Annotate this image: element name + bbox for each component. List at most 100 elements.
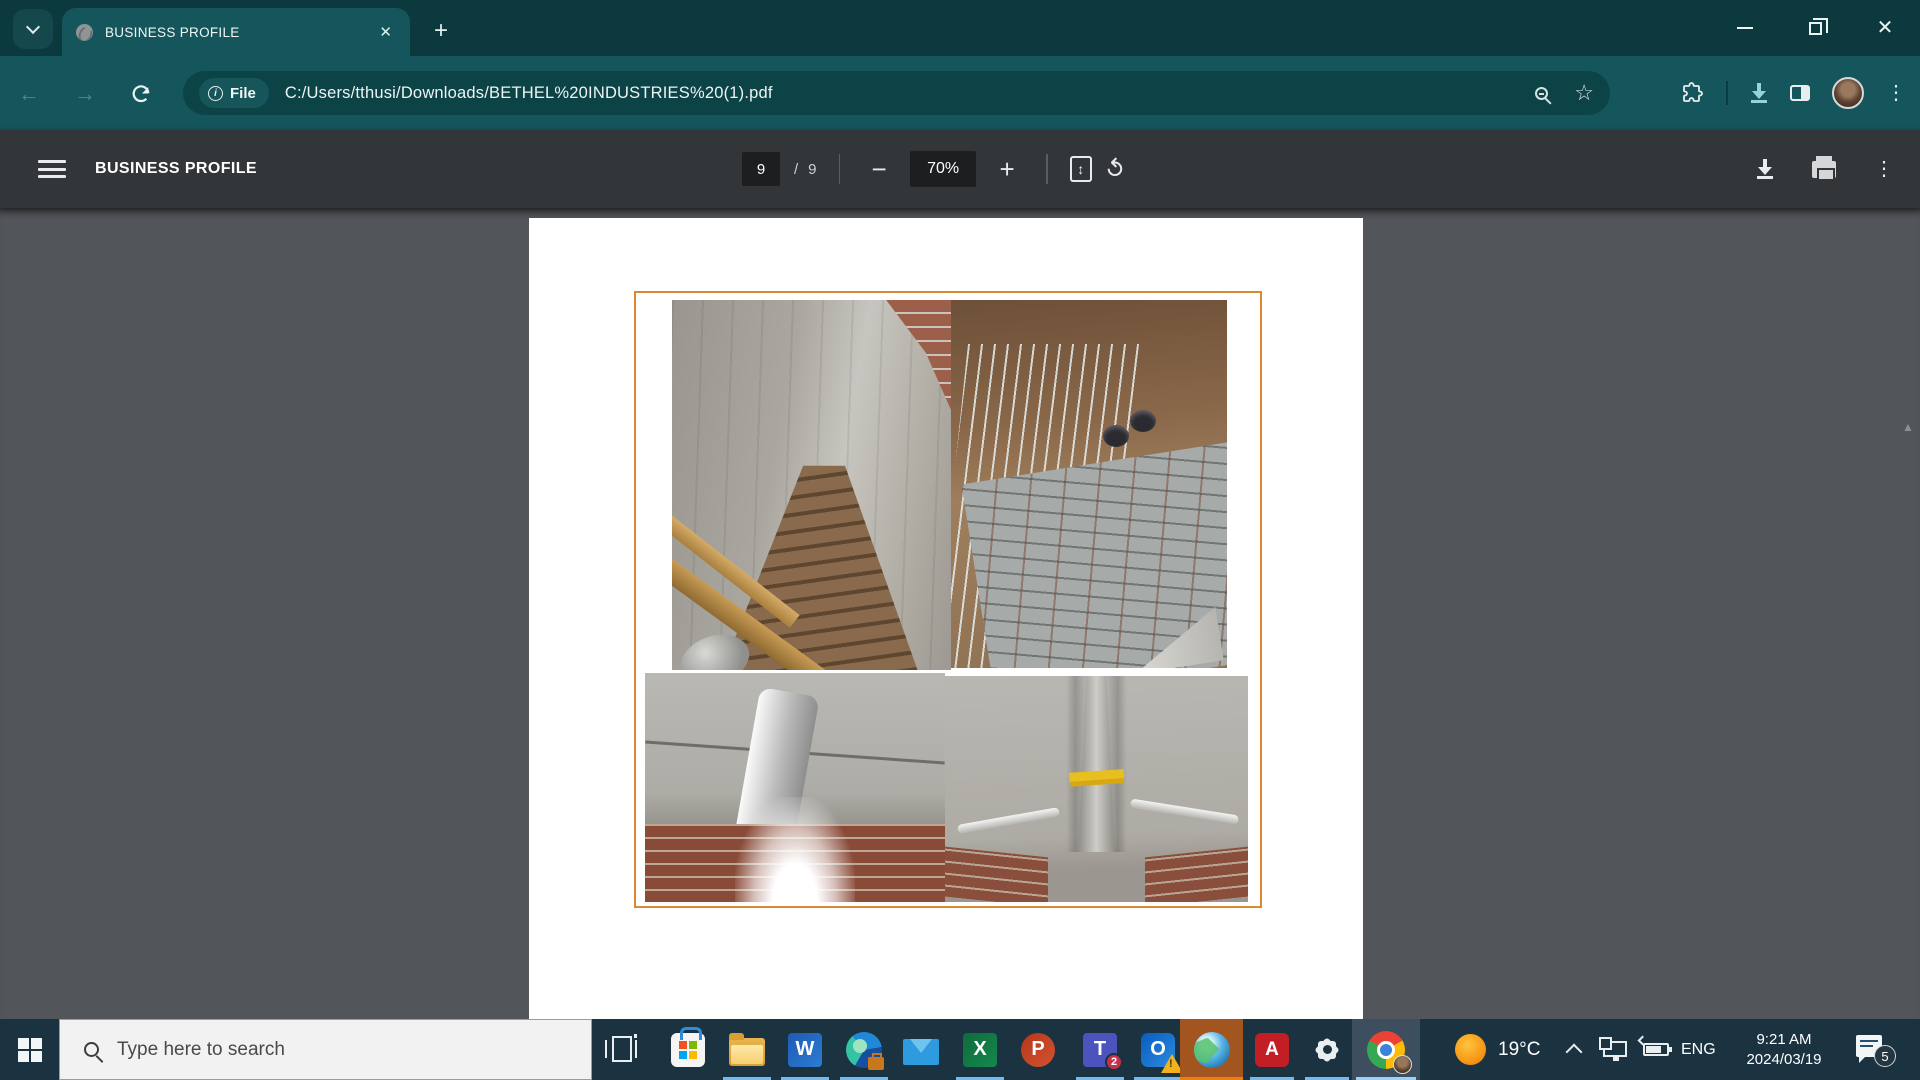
browser-tab[interactable]: BUSINESS PROFILE ✕ <box>62 8 410 56</box>
tab-close-icon[interactable]: ✕ <box>375 23 396 42</box>
pdf-page <box>529 218 1363 1019</box>
photo-ceiling-beam <box>945 676 1248 902</box>
download-icon-base <box>1751 100 1767 103</box>
file-chip[interactable]: i File <box>199 78 269 108</box>
excel-icon: X <box>963 1033 997 1067</box>
zoom-out-button[interactable]: − <box>862 154 896 185</box>
tray-overflow-chevron-icon[interactable] <box>1566 1044 1583 1061</box>
side-panel-button[interactable] <box>1790 85 1810 101</box>
taskbar-app-file-explorer[interactable] <box>718 1019 776 1080</box>
photo-collage-frame <box>634 291 1262 908</box>
taskbar-app-chrome-active[interactable] <box>1352 1019 1420 1080</box>
zoom-in-button[interactable]: + <box>990 154 1024 185</box>
acrobat-icon: A <box>1255 1033 1289 1067</box>
language-indicator[interactable]: ENG <box>1681 1019 1716 1080</box>
pdf-menu-button[interactable] <box>38 158 66 180</box>
word-icon: W <box>788 1033 822 1067</box>
taskbar-app-edge[interactable] <box>835 1019 893 1080</box>
taskbar-search[interactable] <box>59 1019 592 1080</box>
fit-to-page-button[interactable]: ↕ <box>1070 156 1092 182</box>
downloads-button[interactable] <box>1750 83 1768 103</box>
back-button[interactable]: ← <box>11 76 47 112</box>
scrollbar[interactable]: ▲ ▼ <box>1896 416 1920 1080</box>
pdf-more-button[interactable]: ⋮ <box>1874 159 1894 179</box>
taskbar-app-acrobat[interactable]: A <box>1243 1019 1301 1080</box>
pdf-print-button[interactable] <box>1812 161 1836 178</box>
taskbar-app-store[interactable] <box>659 1019 717 1080</box>
photo-ceiling-light <box>645 673 945 902</box>
download-icon-head <box>1752 91 1766 99</box>
microsoft-store-icon <box>671 1033 705 1067</box>
page-total: 9 <box>808 161 816 178</box>
reload-button[interactable] <box>123 76 159 112</box>
address-bar[interactable]: i File C:/Users/tthusi/Downloads/BETHEL%… <box>183 71 1610 115</box>
zoom-level-input[interactable]: 70% <box>910 151 976 187</box>
photo-rebar-slab <box>951 300 1227 668</box>
taskbar-app-outlook[interactable]: O <box>1129 1019 1187 1080</box>
taskbar-app-settings[interactable] <box>1298 1019 1356 1080</box>
new-tab-button[interactable]: + <box>424 14 458 48</box>
chrome-profile-avatar <box>1393 1055 1412 1074</box>
taskbar-app-teams[interactable]: T 2 <box>1071 1019 1129 1080</box>
taskbar: W X P T 2 O A <box>0 1019 1920 1080</box>
reload-icon <box>130 83 152 105</box>
pdf-viewer: Activate Windows Go to Settings to activ… <box>0 208 1920 1019</box>
file-chip-label: File <box>230 85 256 102</box>
scroll-up-icon[interactable]: ▲ <box>1896 420 1920 434</box>
tray-date: 2024/03/19 <box>1746 1050 1821 1070</box>
search-icon <box>84 1042 99 1057</box>
outlook-icon: O <box>1141 1033 1175 1067</box>
pdf-download-button[interactable] <box>1756 159 1774 179</box>
search-input[interactable] <box>117 1039 497 1061</box>
url-text[interactable]: C:/Users/tthusi/Downloads/BETHEL%20INDUS… <box>285 84 1509 103</box>
page-count: / 9 <box>794 161 817 178</box>
battery-charging-icon[interactable] <box>1643 1043 1669 1056</box>
pdf-actions: ⋮ <box>1756 130 1894 208</box>
vpn-globe-icon <box>1194 1032 1230 1068</box>
restore-button[interactable] <box>1780 0 1850 56</box>
clock[interactable]: 9:21 AM 2024/03/19 <box>1733 1019 1835 1080</box>
close-button[interactable]: ✕ <box>1850 0 1920 56</box>
weather-temperature[interactable]: 19°C <box>1498 1019 1540 1080</box>
profile-avatar[interactable] <box>1832 77 1864 109</box>
browser-menu-button[interactable]: ⋮ <box>1886 83 1906 103</box>
pdf-download-icon-head <box>1758 167 1772 175</box>
page-number-input[interactable]: 9 <box>742 152 780 186</box>
browser-toolbar: ← → i File C:/Users/tthusi/Downloads/BET… <box>0 56 1920 130</box>
browser-titlebar: BUSINESS PROFILE ✕ + ✕ <box>0 0 1920 56</box>
photo-stairwell-formwork <box>672 300 951 670</box>
start-button[interactable] <box>0 1019 59 1080</box>
taskbar-app-excel[interactable]: X <box>951 1019 1009 1080</box>
teams-notification-badge: 2 <box>1105 1053 1123 1071</box>
weather-sun-icon[interactable] <box>1455 1034 1486 1065</box>
tab-search-button[interactable] <box>13 9 53 49</box>
magnifier-minus-icon <box>1535 87 1548 100</box>
extensions-puzzle-icon[interactable] <box>1680 81 1704 105</box>
bookmark-button[interactable]: ☆ <box>1574 82 1594 104</box>
taskbar-app-word[interactable]: W <box>776 1019 834 1080</box>
taskbar-app-vpn-attention[interactable] <box>1180 1019 1243 1080</box>
minimize-icon <box>1737 27 1753 29</box>
network-ethernet-icon[interactable] <box>1603 1041 1627 1057</box>
teams-glyph: T <box>1094 1038 1106 1061</box>
pdf-toolbar-separator <box>839 154 841 184</box>
toolbar-separator <box>1726 81 1728 105</box>
screen: BUSINESS PROFILE ✕ + ✕ ← → i File C:/Use… <box>0 0 1920 1080</box>
taskbar-app-mail[interactable] <box>892 1019 950 1080</box>
briefcase-badge-icon <box>868 1057 884 1070</box>
taskbar-app-powerpoint[interactable]: P <box>1009 1019 1067 1080</box>
forward-button[interactable]: → <box>67 76 103 112</box>
star-icon: ☆ <box>1574 82 1594 104</box>
zoom-search-button[interactable] <box>1535 87 1548 100</box>
settings-gear-icon <box>1314 1037 1340 1063</box>
pdf-toolbar: BUSINESS PROFILE 9 / 9 − 70% + ↕ ↺ ⋮ <box>0 130 1920 208</box>
pdf-toolbar-separator-2 <box>1046 154 1048 184</box>
rotate-ccw-button[interactable]: ↺ <box>1098 152 1133 187</box>
page-separator: / <box>794 161 798 178</box>
teams-icon: T 2 <box>1083 1033 1117 1067</box>
edge-icon <box>846 1032 882 1068</box>
toolbar-actions: ⋮ <box>1680 71 1906 115</box>
action-center-button[interactable]: 5 <box>1856 1033 1890 1061</box>
task-view-button[interactable] <box>604 1033 644 1066</box>
minimize-button[interactable] <box>1710 0 1780 56</box>
